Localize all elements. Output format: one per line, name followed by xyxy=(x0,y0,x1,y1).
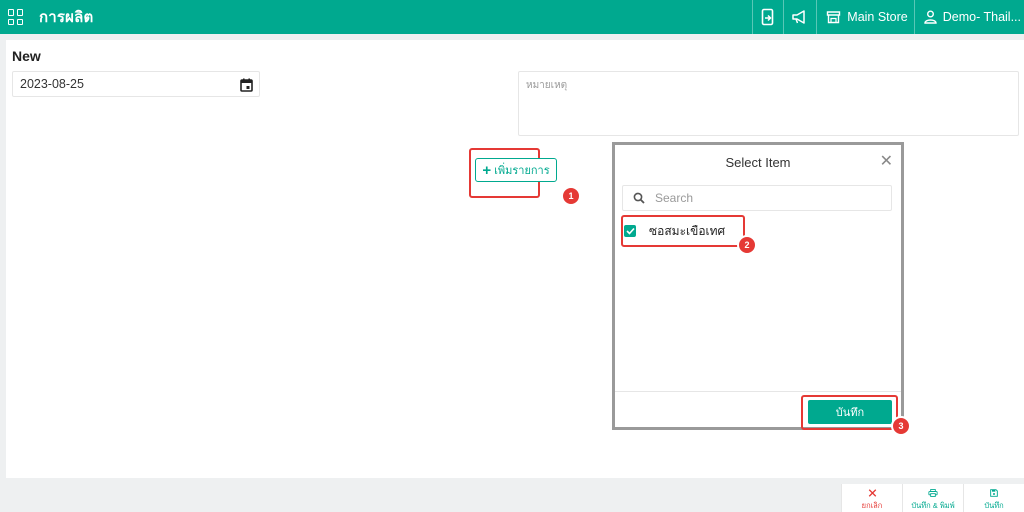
search-input[interactable]: Search xyxy=(622,185,892,211)
save-button[interactable]: บันทึก xyxy=(963,484,1024,512)
date-value: 2023-08-25 xyxy=(20,77,84,91)
close-icon[interactable]: ✕ xyxy=(880,154,893,170)
store-name: Main Store xyxy=(847,10,908,24)
modal-save-button[interactable]: บันทึก xyxy=(808,400,892,424)
save-print-label: บันทึก & พิมพ์ xyxy=(911,501,955,510)
plus-icon: + xyxy=(482,161,492,179)
modal-footer-divider xyxy=(615,391,901,392)
bottom-action-bar: ยกเลิก บันทึก & พิมพ์ บันทึก xyxy=(841,484,1024,512)
top-bar: การผลิต Main Store Demo- Thail... xyxy=(0,0,1024,34)
printer-icon xyxy=(928,489,938,497)
app-title: การผลิต xyxy=(39,9,94,26)
modal-title: Select Item xyxy=(725,155,791,170)
search-placeholder: Search xyxy=(655,191,694,205)
calendar-icon[interactable] xyxy=(240,78,253,92)
search-icon xyxy=(633,192,645,204)
save-print-button[interactable]: บันทึก & พิมพ์ xyxy=(902,484,963,512)
mobile-export-button[interactable] xyxy=(752,0,783,34)
select-item-modal: Select Item ✕ Search ซอสมะเขือเทศ 2 บันท… xyxy=(612,142,911,436)
save-label: บันทึก xyxy=(984,501,1004,510)
date-field[interactable]: 2023-08-25 xyxy=(12,71,260,97)
store-icon xyxy=(827,11,841,24)
user-menu[interactable]: Demo- Thail... xyxy=(913,0,1024,34)
floppy-disk-icon xyxy=(990,489,998,497)
step-2-highlight xyxy=(621,215,745,247)
notes-placeholder: หมายเหตุ xyxy=(526,80,568,91)
step-badge-3: 3 xyxy=(891,416,911,436)
apps-grid-icon[interactable] xyxy=(8,9,24,25)
step-badge-1: 1 xyxy=(561,186,581,206)
close-icon xyxy=(868,489,876,497)
mobile-export-icon xyxy=(761,8,774,26)
cancel-label: ยกเลิก xyxy=(861,501,883,510)
announcement-button[interactable] xyxy=(783,0,816,34)
notes-field[interactable]: หมายเหตุ xyxy=(518,71,1019,136)
add-item-button[interactable]: + เพิ่มรายการ xyxy=(475,158,557,182)
user-name: Demo- Thail... xyxy=(942,10,1021,24)
add-item-label: เพิ่มรายการ xyxy=(494,165,550,177)
step-badge-2: 2 xyxy=(737,235,757,255)
megaphone-icon xyxy=(792,10,806,24)
user-icon xyxy=(924,10,937,24)
store-selector[interactable]: Main Store xyxy=(816,0,913,34)
page-title: New xyxy=(12,48,41,64)
cancel-button[interactable]: ยกเลิก xyxy=(841,484,902,512)
